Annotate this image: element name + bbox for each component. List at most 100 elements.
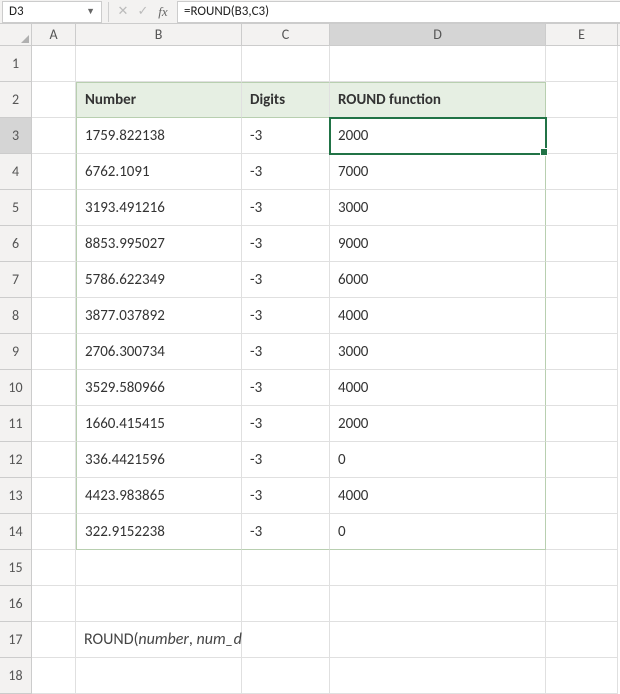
table-cell-number-row7[interactable]: 3529.580966 <box>76 370 242 406</box>
cell-C17[interactable] <box>242 622 330 658</box>
row-header-15[interactable]: 15 <box>0 550 32 586</box>
cell-A5[interactable] <box>32 190 76 226</box>
cell-E1[interactable] <box>546 46 618 82</box>
row-header-8[interactable]: 8 <box>0 298 32 334</box>
name-box[interactable]: D3 ▼ <box>2 1 102 23</box>
name-box-dropdown-icon[interactable]: ▼ <box>86 6 95 17</box>
row-header-9[interactable]: 9 <box>0 334 32 370</box>
cell-A16[interactable] <box>32 586 76 622</box>
col-header-a[interactable]: A <box>32 24 76 45</box>
table-cell-round-row1[interactable]: 7000 <box>330 154 546 190</box>
table-cell-number-row3[interactable]: 8853.995027 <box>76 226 242 262</box>
table-cell-digits-row5[interactable]: -3 <box>242 298 330 334</box>
table-cell-round-row11[interactable]: 0 <box>330 514 546 550</box>
cell-E4[interactable] <box>546 154 618 190</box>
table-cell-round-row3[interactable]: 9000 <box>330 226 546 262</box>
row-header-2[interactable]: 2 <box>0 82 32 118</box>
row-header-14[interactable]: 14 <box>0 514 32 550</box>
table-cell-number-row0[interactable]: 1759.822138 <box>76 118 242 154</box>
cell-B16[interactable] <box>76 586 242 622</box>
cell-E11[interactable] <box>546 406 618 442</box>
table-cell-digits-row7[interactable]: -3 <box>242 370 330 406</box>
table-cell-round-row7[interactable]: 4000 <box>330 370 546 406</box>
table-cell-round-row4[interactable]: 6000 <box>330 262 546 298</box>
cell-A6[interactable] <box>32 226 76 262</box>
table-header-round[interactable]: ROUND function <box>330 82 546 118</box>
cell-E2[interactable] <box>546 82 618 118</box>
cell-C1[interactable] <box>242 46 330 82</box>
row-header-10[interactable]: 10 <box>0 370 32 406</box>
table-cell-number-row11[interactable]: 322.9152238 <box>76 514 242 550</box>
cell-A12[interactable] <box>32 442 76 478</box>
row-header-7[interactable]: 7 <box>0 262 32 298</box>
table-cell-round-row6[interactable]: 3000 <box>330 334 546 370</box>
table-cell-number-row10[interactable]: 4423.983865 <box>76 478 242 514</box>
row-header-11[interactable]: 11 <box>0 406 32 442</box>
row-header-13[interactable]: 13 <box>0 478 32 514</box>
table-cell-number-row9[interactable]: 336.4421596 <box>76 442 242 478</box>
cell-A14[interactable] <box>32 514 76 550</box>
table-cell-number-row4[interactable]: 5786.622349 <box>76 262 242 298</box>
cell-E18[interactable] <box>546 658 618 694</box>
table-cell-round-row8[interactable]: 2000 <box>330 406 546 442</box>
cell-E16[interactable] <box>546 586 618 622</box>
cell-E14[interactable] <box>546 514 618 550</box>
col-header-b[interactable]: B <box>76 24 242 45</box>
cell-D1[interactable] <box>330 46 546 82</box>
cell-A9[interactable] <box>32 334 76 370</box>
table-cell-round-row10[interactable]: 4000 <box>330 478 546 514</box>
cell-E13[interactable] <box>546 478 618 514</box>
table-cell-digits-row10[interactable]: -3 <box>242 478 330 514</box>
select-all-corner[interactable] <box>0 24 32 45</box>
cell-A4[interactable] <box>32 154 76 190</box>
cell-A13[interactable] <box>32 478 76 514</box>
col-header-c[interactable]: C <box>242 24 330 45</box>
table-cell-digits-row1[interactable]: -3 <box>242 154 330 190</box>
cell-E10[interactable] <box>546 370 618 406</box>
table-cell-number-row2[interactable]: 3193.491216 <box>76 190 242 226</box>
fx-button[interactable]: fx <box>153 2 173 22</box>
row-header-16[interactable]: 16 <box>0 586 32 622</box>
selected-cell[interactable]: 2000 <box>330 118 546 154</box>
table-cell-digits-row4[interactable]: -3 <box>242 262 330 298</box>
table-cell-round-row9[interactable]: 0 <box>330 442 546 478</box>
cell-E7[interactable] <box>546 262 618 298</box>
table-cell-number-row8[interactable]: 1660.415415 <box>76 406 242 442</box>
col-header-e[interactable]: E <box>546 24 618 45</box>
cell-E5[interactable] <box>546 190 618 226</box>
row-header-5[interactable]: 5 <box>0 190 32 226</box>
cell-A15[interactable] <box>32 550 76 586</box>
cell-D16[interactable] <box>330 586 546 622</box>
cell-D17[interactable] <box>330 622 546 658</box>
table-cell-number-row1[interactable]: 6762.1091 <box>76 154 242 190</box>
cell-B15[interactable] <box>76 550 242 586</box>
cell-A1[interactable] <box>32 46 76 82</box>
table-cell-number-row6[interactable]: 2706.300734 <box>76 334 242 370</box>
cell-A17[interactable] <box>32 622 76 658</box>
cell-A11[interactable] <box>32 406 76 442</box>
table-header-number[interactable]: Number <box>76 82 242 118</box>
cell-E6[interactable] <box>546 226 618 262</box>
row-header-17[interactable]: 17 <box>0 622 32 658</box>
cell-E8[interactable] <box>546 298 618 334</box>
table-cell-digits-row0[interactable]: -3 <box>242 118 330 154</box>
cell-A2[interactable] <box>32 82 76 118</box>
table-cell-round-row5[interactable]: 4000 <box>330 298 546 334</box>
cell-C16[interactable] <box>242 586 330 622</box>
cell-E9[interactable] <box>546 334 618 370</box>
syntax-cell[interactable]: ROUND(number, num_digits ) <box>76 622 242 658</box>
cell-A8[interactable] <box>32 298 76 334</box>
row-header-12[interactable]: 12 <box>0 442 32 478</box>
cell-A10[interactable] <box>32 370 76 406</box>
table-cell-number-row5[interactable]: 3877.037892 <box>76 298 242 334</box>
cell-E12[interactable] <box>546 442 618 478</box>
cell-C18[interactable] <box>242 658 330 694</box>
cell-E15[interactable] <box>546 550 618 586</box>
cell-A18[interactable] <box>32 658 76 694</box>
cell-D15[interactable] <box>330 550 546 586</box>
cell-C15[interactable] <box>242 550 330 586</box>
cell-A3[interactable] <box>32 118 76 154</box>
cell-A7[interactable] <box>32 262 76 298</box>
table-cell-digits-row3[interactable]: -3 <box>242 226 330 262</box>
row-header-1[interactable]: 1 <box>0 46 32 82</box>
